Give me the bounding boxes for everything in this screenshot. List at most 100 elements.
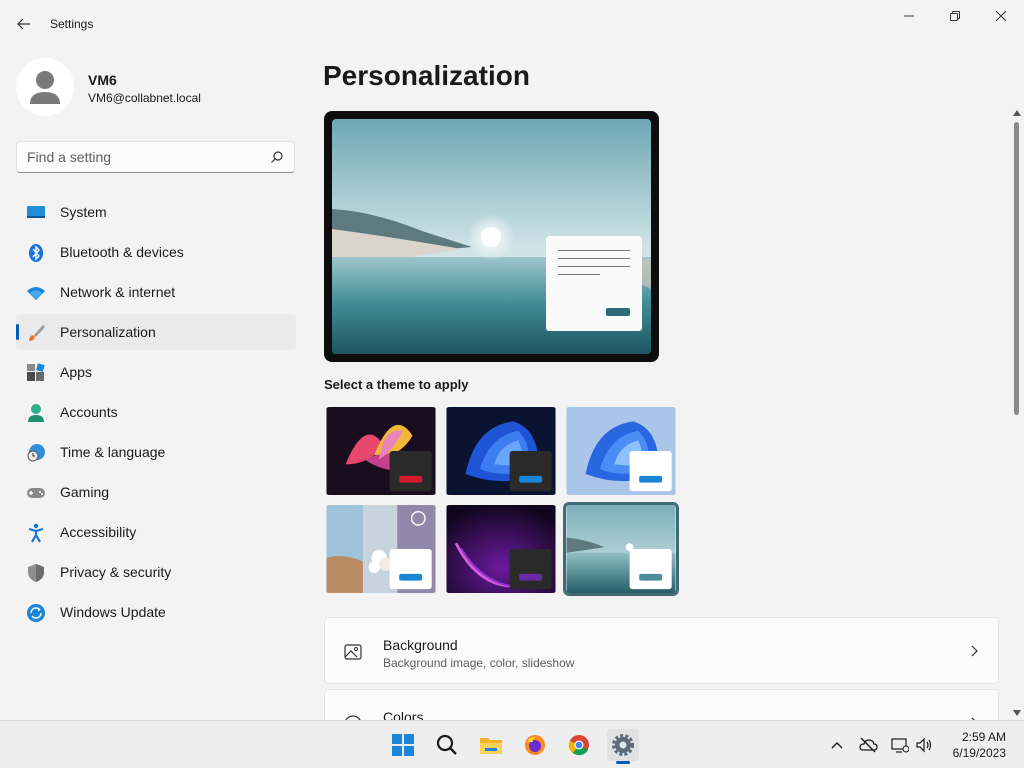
sidebar-item-network[interactable]: Network & internet: [16, 274, 296, 310]
sidebar-item-accounts[interactable]: Accounts: [16, 394, 296, 430]
theme-flow[interactable]: [444, 503, 558, 595]
accounts-icon: [28, 404, 44, 422]
taskbar-clock[interactable]: 2:59 AM 6/19/2023: [946, 729, 1006, 761]
taskbar-search-button[interactable]: [431, 729, 463, 761]
sidebar-item-label: Time & language: [60, 444, 166, 460]
chrome-icon: [569, 735, 589, 756]
avatar[interactable]: [16, 58, 74, 116]
clock-time: 2:59 AM: [961, 730, 1006, 744]
background-subtitle: Background image, color, slideshow: [383, 656, 575, 670]
sidebar-item-label: Accessibility: [60, 524, 137, 540]
sidebar-item-gaming[interactable]: Gaming: [16, 474, 296, 510]
theme-glow[interactable]: [324, 405, 438, 497]
theme-thumbnail-windows-dark: [446, 407, 556, 495]
update-icon: [27, 604, 45, 622]
theme-thumbnail-spotlight: [326, 505, 436, 593]
sidebar-item-label: Apps: [60, 364, 92, 380]
theme-captured-motion[interactable]: [564, 503, 678, 595]
sidebar-item-time-language[interactable]: Time & language: [16, 434, 296, 470]
taskbar-firefox[interactable]: [519, 729, 551, 761]
show-hidden-icons-button[interactable]: [827, 735, 847, 755]
restore-icon: [950, 11, 960, 21]
sidebar-item-system[interactable]: System: [16, 194, 296, 230]
sidebar-item-label: Windows Update: [60, 604, 166, 620]
network-icon: [891, 738, 909, 753]
bluetooth-icon: [29, 244, 43, 262]
file-explorer-icon: [480, 738, 502, 754]
chevron-up-icon: [831, 742, 843, 749]
apps-icon: [27, 363, 45, 381]
taskbar-file-explorer[interactable]: [475, 729, 507, 761]
wallpaper-preview: [332, 119, 651, 354]
scroll-thumb[interactable]: [1014, 122, 1019, 415]
scroll-up-arrow[interactable]: [1013, 110, 1021, 116]
accessibility-icon: [28, 523, 44, 543]
sidebar-item-privacy[interactable]: Privacy & security: [16, 554, 296, 590]
network-tray-button[interactable]: [890, 735, 910, 755]
colors-card[interactable]: Colors: [324, 689, 999, 720]
sidebar-nav: System Bluetooth & devices Network & int…: [16, 194, 296, 634]
theme-section-label: Select a theme to apply: [324, 377, 469, 392]
arrow-left-icon: [17, 18, 30, 30]
app-title: Settings: [50, 17, 94, 31]
scrollbar[interactable]: [1011, 108, 1023, 720]
gamepad-icon: [27, 488, 45, 498]
windows-logo-icon: [392, 734, 414, 756]
back-button[interactable]: [12, 12, 36, 36]
theme-grid: [324, 405, 684, 597]
sidebar-item-label: Network & internet: [60, 284, 176, 300]
colors-title: Colors: [383, 709, 424, 720]
theme-thumbnail-windows-light: [566, 407, 676, 495]
user-email: VM6@collabnet.local: [88, 91, 201, 105]
theme-preview: [324, 111, 659, 362]
theme-spotlight[interactable]: [324, 503, 438, 595]
sidebar-item-label: Personalization: [60, 324, 156, 340]
search-input[interactable]: [17, 142, 257, 172]
background-title: Background: [383, 637, 458, 653]
onedrive-button[interactable]: [858, 735, 878, 755]
taskbar-chrome[interactable]: [563, 729, 595, 761]
theme-windows-light[interactable]: [564, 405, 678, 497]
paintbrush-icon: [29, 325, 45, 341]
settings-icon: [612, 734, 634, 756]
sidebar-item-accessibility[interactable]: Accessibility: [16, 514, 296, 550]
theme-thumbnail-glow: [326, 407, 436, 495]
sidebar-item-personalization[interactable]: Personalization: [16, 314, 296, 350]
title-bar: Settings: [0, 0, 1024, 48]
sidebar-item-label: System: [60, 204, 107, 220]
sample-window: [546, 236, 642, 331]
clock-date: 6/19/2023: [952, 746, 1006, 760]
sidebar-item-label: Gaming: [60, 484, 110, 500]
volume-tray-button[interactable]: [914, 735, 934, 755]
firefox-icon: [525, 735, 545, 755]
theme-windows-dark[interactable]: [444, 405, 558, 497]
restore-button[interactable]: [932, 0, 978, 32]
globe-clock-icon: [27, 444, 45, 462]
theme-thumbnail-captured-motion: [566, 505, 676, 593]
sidebar-item-label: Privacy & security: [60, 564, 172, 580]
sidebar-item-bluetooth[interactable]: Bluetooth & devices: [16, 234, 296, 270]
close-icon: [996, 11, 1006, 21]
wifi-icon: [27, 287, 45, 300]
page-title: Personalization: [323, 60, 530, 91]
active-app-indicator: [616, 761, 630, 764]
image-icon: [344, 644, 362, 660]
background-card[interactable]: Background Background image, color, slid…: [324, 617, 999, 684]
taskbar: 2:59 AM 6/19/2023: [0, 720, 1024, 768]
start-button[interactable]: [387, 729, 419, 761]
shield-icon: [28, 564, 44, 582]
close-button[interactable]: [978, 0, 1024, 32]
scroll-down-arrow[interactable]: [1013, 710, 1021, 716]
system-icon: [27, 206, 45, 218]
theme-thumbnail-flow: [446, 505, 556, 593]
chevron-right-icon: [971, 645, 978, 657]
sidebar-item-apps[interactable]: Apps: [16, 354, 296, 390]
minimize-button[interactable]: [886, 0, 932, 32]
search-box[interactable]: [16, 141, 295, 173]
sidebar-item-label: Accounts: [60, 404, 118, 420]
taskbar-settings[interactable]: [607, 729, 639, 761]
sidebar-item-windows-update[interactable]: Windows Update: [16, 594, 296, 630]
search-icon: [436, 734, 457, 755]
search-icon[interactable]: [270, 150, 284, 164]
sidebar-item-label: Bluetooth & devices: [60, 244, 184, 260]
